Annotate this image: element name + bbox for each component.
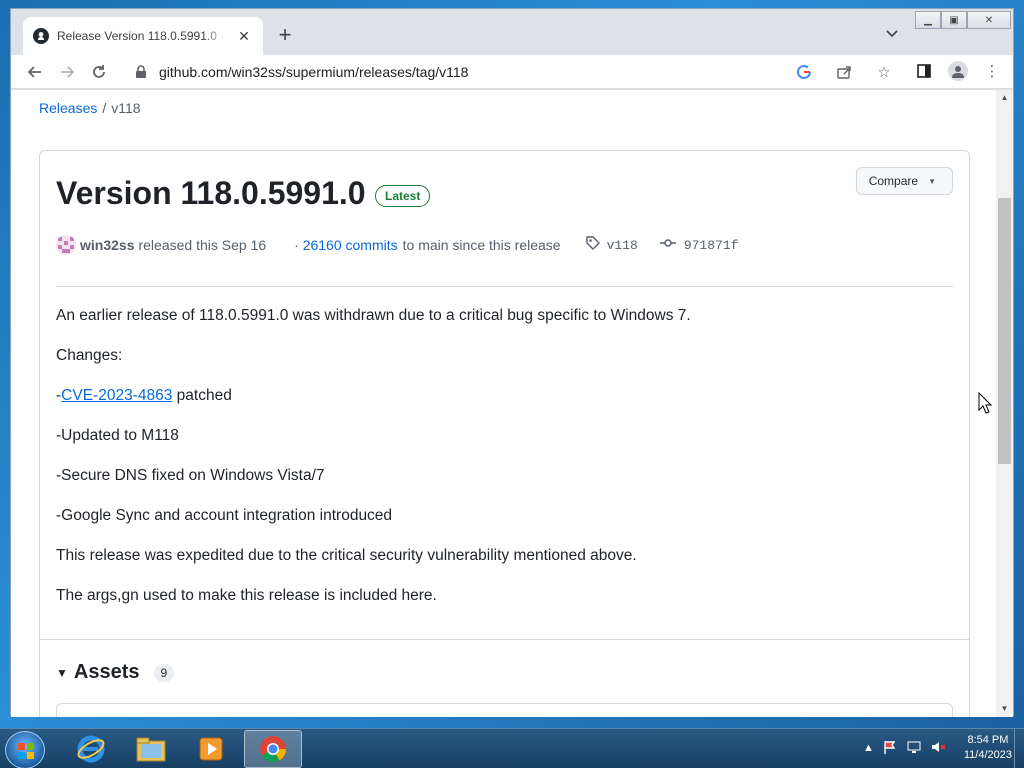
browser-window: Release Version 118.0.5991.0 · win32ss/s… — [10, 8, 1014, 717]
internet-explorer-icon[interactable] — [62, 730, 120, 768]
release-notes: An earlier release of 118.0.5991.0 was w… — [56, 306, 691, 626]
commits-count-link[interactable]: · 26160 commits — [294, 237, 398, 253]
action-center-flag-icon[interactable] — [882, 739, 898, 758]
close-tab-icon[interactable]: ✕ — [235, 27, 253, 45]
notes-paragraph: This release was expedited due to the cr… — [56, 547, 637, 564]
scroll-thumb[interactable] — [998, 198, 1011, 464]
notes-paragraph: -Google Sync and account integration int… — [56, 507, 393, 524]
taskbar-clock[interactable]: 8:54 PM 11/4/2023 — [964, 733, 1012, 763]
minimize-button[interactable]: ▁ — [915, 11, 941, 29]
assets-divider — [40, 639, 969, 640]
file-explorer-icon[interactable] — [122, 730, 180, 768]
assets-count-badge: 9 — [153, 663, 175, 682]
release-meta: win32ss released this Sep 16 · 26160 com… — [56, 235, 738, 255]
release-title: Version 118.0.5991.0 — [56, 175, 366, 211]
meta-divider — [56, 286, 953, 287]
compare-button[interactable]: Compare ▼ — [855, 167, 953, 195]
tag-link[interactable]: v118 — [585, 235, 638, 255]
author-link[interactable]: win32ss — [80, 237, 134, 253]
meta-dot: · — [294, 237, 299, 253]
lock-icon[interactable] — [135, 65, 149, 79]
clock-time: 8:54 PM — [967, 734, 1009, 746]
clock-date: 11/4/2023 — [963, 749, 1012, 761]
breadcrumb-releases-link[interactable]: Releases — [39, 100, 97, 116]
tab-title: Release Version 118.0.5991.0 · win32ss/s… — [57, 29, 229, 43]
new-tab-button[interactable]: + — [273, 24, 297, 48]
latest-badge: Latest — [375, 185, 431, 207]
browser-tab[interactable]: Release Version 118.0.5991.0 · win32ss/s… — [23, 17, 263, 55]
side-panel-icon[interactable] — [911, 58, 937, 84]
notes-paragraph: Changes: — [56, 347, 123, 364]
bookmark-star-icon[interactable]: ☆ — [871, 59, 897, 85]
reload-icon[interactable] — [85, 58, 113, 86]
asset-list — [56, 703, 953, 717]
breadcrumb-separator: / — [102, 100, 107, 116]
caret-down-icon: ▼ — [928, 176, 936, 186]
close-window-button[interactable]: ✕ — [967, 11, 1011, 29]
mouse-cursor-icon — [978, 391, 993, 419]
compare-label: Compare — [868, 174, 919, 188]
tab-search-icon[interactable] — [885, 27, 901, 43]
commits-link-text: 26160 commits — [302, 237, 398, 253]
url-text: github.com/win32ss/supermium/releases/ta… — [159, 64, 469, 80]
scroll-down-arrow-icon[interactable]: ▼ — [996, 701, 1013, 717]
back-icon[interactable] — [21, 58, 49, 86]
tag-name: v118 — [606, 237, 638, 253]
tab-strip: Release Version 118.0.5991.0 · win32ss/s… — [11, 9, 1013, 55]
release-card: Version 118.0.5991.0 Latest Compare ▼ wi… — [39, 150, 970, 717]
page-viewport: Releases / v118 Version 118.0.5991.0 Lates… — [11, 90, 996, 717]
forward-icon[interactable] — [53, 58, 81, 86]
windows-taskbar: ▲ 8:54 PM 11/4/2023 — [0, 728, 1024, 768]
browser-toolbar: github.com/win32ss/supermium/releases/ta… — [11, 55, 1013, 89]
volume-muted-icon[interactable] — [930, 739, 946, 758]
tag-icon — [585, 235, 601, 255]
commit-sha: 971871f — [683, 237, 739, 253]
author-avatar[interactable] — [56, 235, 76, 255]
assets-toggle[interactable]: ▼ Assets 9 — [56, 661, 175, 684]
notes-suffix: patched — [172, 387, 232, 404]
notes-paragraph: The args,gn used to make this release is… — [56, 587, 437, 604]
released-date: released this Sep 16 — [138, 237, 267, 253]
page-scrollbar[interactable]: ▲ ▼ — [996, 90, 1013, 717]
notes-paragraph: -CVE-2023-4863 patched — [56, 386, 691, 406]
assets-label: Assets — [73, 661, 140, 683]
cve-link[interactable]: CVE-2023-4863 — [61, 387, 172, 404]
github-icon — [33, 28, 49, 44]
notes-paragraph: An earlier release of 118.0.5991.0 was w… — [56, 307, 691, 324]
profile-icon[interactable] — [945, 58, 971, 84]
notes-paragraph: -Updated to M118 — [56, 427, 179, 444]
start-button[interactable] — [5, 731, 45, 768]
commit-link[interactable]: 971871f — [659, 235, 739, 255]
address-bar[interactable]: github.com/win32ss/supermium/releases/ta… — [123, 59, 903, 85]
system-tray: ▲ 8:54 PM 11/4/2023 — [863, 733, 1012, 763]
google-lens-icon[interactable] — [791, 59, 817, 85]
scroll-up-arrow-icon[interactable]: ▲ — [996, 90, 1013, 106]
breadcrumb: Releases / v118 — [39, 100, 141, 116]
maximize-button[interactable]: ▣ — [941, 11, 967, 29]
tray-expand-icon[interactable]: ▲ — [863, 742, 874, 754]
commits-suffix: to main since this release — [402, 237, 561, 253]
chrome-icon[interactable] — [244, 730, 302, 768]
show-desktop-button[interactable] — [1014, 729, 1024, 768]
menu-icon[interactable]: ⋮ — [979, 58, 1005, 84]
git-commit-icon — [659, 235, 676, 255]
breadcrumb-current: v118 — [111, 100, 141, 116]
network-icon[interactable] — [906, 739, 922, 758]
media-player-icon[interactable] — [182, 730, 240, 768]
notes-paragraph: -Secure DNS fixed on Windows Vista/7 — [56, 467, 325, 484]
window-controls: ▁ ▣ ✕ — [915, 11, 1011, 29]
triangle-down-icon: ▼ — [56, 665, 68, 680]
share-icon[interactable] — [831, 59, 857, 85]
